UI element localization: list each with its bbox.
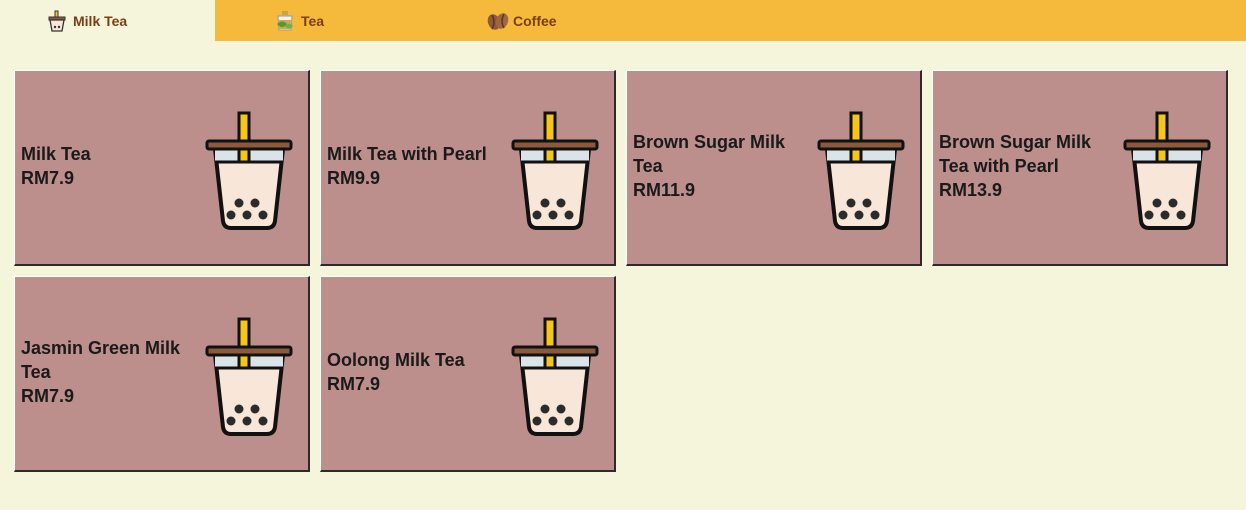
milk-tea-icon bbox=[46, 10, 68, 32]
bubble-tea-icon bbox=[205, 315, 293, 441]
product-card-brown-sugar-milk-tea[interactable]: Brown Sugar Milk Tea RM11.9 bbox=[626, 70, 922, 266]
product-card-jasmin-green-milk-tea[interactable]: Jasmin Green Milk Tea RM7.9 bbox=[14, 276, 310, 472]
product-price: RM13.9 bbox=[939, 179, 1003, 200]
bubble-tea-icon bbox=[205, 109, 293, 235]
bubble-tea-icon bbox=[511, 315, 599, 441]
product-price: RM9.9 bbox=[327, 167, 381, 188]
tab-label: Milk Tea bbox=[73, 12, 128, 29]
product-price: RM7.9 bbox=[327, 373, 381, 394]
bubble-tea-icon bbox=[817, 109, 905, 235]
product-info: Brown Sugar Milk Tea with Pearl RM13.9 bbox=[939, 71, 1111, 264]
product-info: Milk Tea RM7.9 bbox=[21, 71, 193, 264]
tab-milk-tea[interactable]: Milk Tea bbox=[0, 0, 215, 41]
product-name: Milk Tea bbox=[21, 143, 91, 164]
tab-label: Tea bbox=[301, 12, 325, 29]
product-card-brown-sugar-milk-tea-with-pearl[interactable]: Brown Sugar Milk Tea with Pearl RM13.9 bbox=[932, 70, 1228, 266]
bubble-tea-icon bbox=[511, 109, 599, 235]
product-info: Oolong Milk Tea RM7.9 bbox=[327, 277, 499, 470]
product-price: RM7.9 bbox=[21, 167, 75, 188]
tea-icon bbox=[274, 10, 296, 32]
product-info: Brown Sugar Milk Tea RM11.9 bbox=[633, 71, 805, 264]
product-card-milk-tea-with-pearl[interactable]: Milk Tea with Pearl RM9.9 bbox=[320, 70, 616, 266]
product-name: Jasmin Green Milk Tea bbox=[21, 337, 181, 382]
product-price: RM11.9 bbox=[633, 179, 696, 200]
tab-coffee[interactable]: Coffee bbox=[486, 0, 557, 41]
bubble-tea-icon bbox=[1123, 109, 1211, 235]
tab-label: Coffee bbox=[513, 12, 557, 29]
product-info: Milk Tea with Pearl RM9.9 bbox=[327, 71, 499, 264]
tab-tea[interactable]: Tea bbox=[274, 0, 324, 41]
category-tab-bar: Milk Tea Tea Coffee bbox=[0, 0, 1246, 41]
coffee-beans-icon bbox=[486, 10, 509, 32]
product-price: RM7.9 bbox=[21, 385, 75, 406]
product-name: Oolong Milk Tea bbox=[327, 349, 465, 370]
product-card-milk-tea[interactable]: Milk Tea RM7.9 bbox=[14, 70, 310, 266]
product-name: Brown Sugar Milk Tea bbox=[633, 131, 786, 176]
product-name: Brown Sugar Milk Tea with Pearl bbox=[939, 131, 1092, 176]
product-name: Milk Tea with Pearl bbox=[327, 143, 487, 164]
product-info: Jasmin Green Milk Tea RM7.9 bbox=[21, 277, 193, 470]
product-card-oolong-milk-tea[interactable]: Oolong Milk Tea RM7.9 bbox=[320, 276, 616, 472]
